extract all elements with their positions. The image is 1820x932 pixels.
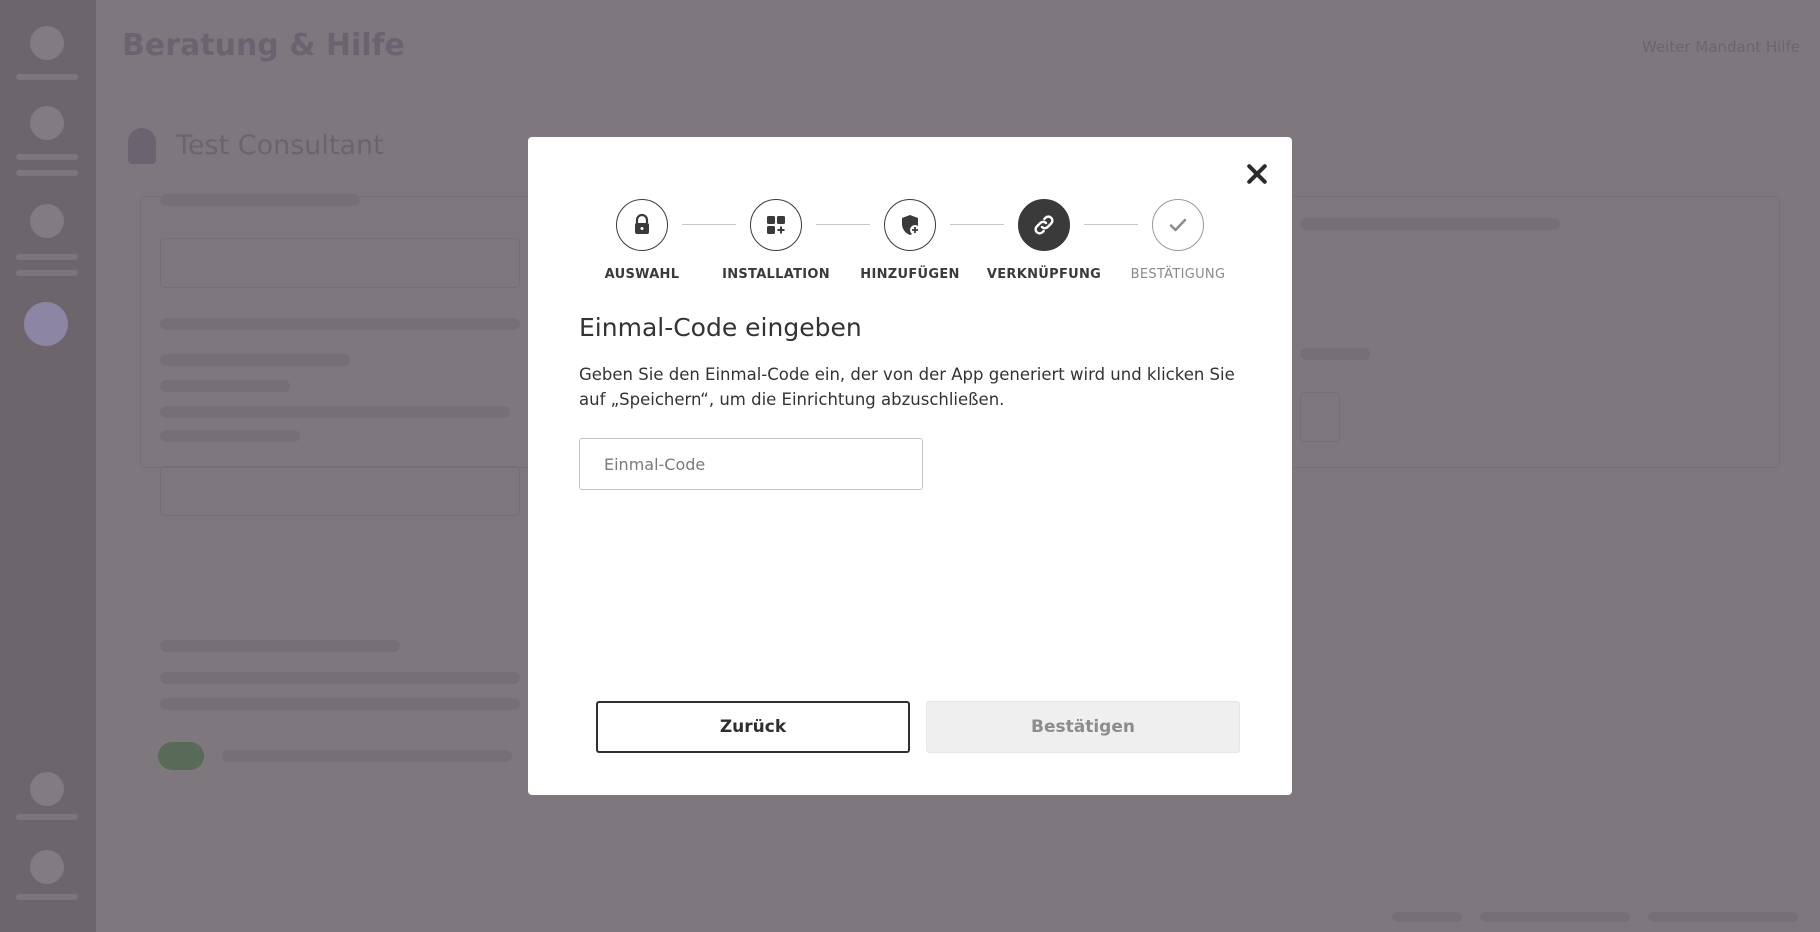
avatar [24, 302, 68, 346]
shield-add-icon [884, 199, 936, 251]
bg-field [160, 238, 520, 288]
bg-text [1300, 218, 1560, 230]
bg-text [160, 354, 350, 366]
sidebar [0, 0, 96, 932]
page-title: Beratung & Hilfe [122, 28, 405, 63]
sidebar-item-icon [30, 204, 64, 238]
lock-icon [616, 199, 668, 251]
top-right-links: Weiter Mandant Hilfe [1641, 38, 1800, 56]
bg-text [222, 750, 512, 762]
sidebar-label [16, 154, 78, 160]
sidebar-label [16, 814, 78, 820]
apps-add-icon [750, 199, 802, 251]
sidebar-label [16, 270, 78, 276]
bg-text [160, 430, 300, 442]
one-time-code-input[interactable] [579, 438, 923, 490]
sidebar-label [16, 894, 78, 900]
sidebar-label [16, 254, 78, 260]
sidebar-item-icon [30, 106, 64, 140]
step-verknuepfung: VERKNÜPFUNG [969, 187, 1119, 282]
stepper: AUSWAHL INSTALLATION HINZUFÜGEN VERKNÜPF… [528, 187, 1292, 282]
close-icon[interactable] [1242, 159, 1272, 189]
step-bestaetigung: BESTÄTIGUNG [1103, 187, 1253, 282]
logo-icon [30, 26, 64, 60]
bg-field [1300, 392, 1340, 442]
sidebar-label [16, 74, 78, 80]
help-icon [30, 772, 64, 806]
logout-icon [30, 850, 64, 884]
bg-text [160, 698, 520, 710]
bg-text [160, 672, 520, 684]
bg-text [1300, 348, 1370, 360]
footer-link [1480, 912, 1630, 922]
link-icon [1018, 199, 1070, 251]
step-auswahl: AUSWAHL [567, 187, 717, 282]
bg-text [160, 640, 400, 652]
step-label: BESTÄTIGUNG [1130, 267, 1226, 282]
bg-toggle [158, 742, 204, 770]
modal-heading: Einmal-Code eingeben [579, 313, 862, 342]
bg-text [160, 318, 520, 330]
back-button[interactable]: Zurück [596, 701, 910, 753]
sidebar-label [16, 170, 78, 176]
modal-description: Geben Sie den Einmal-Code ein, der von d… [579, 365, 1235, 409]
step-label: AUSWAHL [604, 267, 680, 282]
user-name: Test Consultant [176, 130, 384, 161]
step-label: VERKNÜPFUNG [986, 267, 1102, 282]
footer-link [1392, 912, 1462, 922]
bg-field [160, 466, 520, 516]
footer-link [1648, 912, 1798, 922]
step-installation: INSTALLATION [701, 187, 851, 282]
confirm-button[interactable]: Bestätigen [926, 701, 1240, 753]
user-icon [128, 128, 156, 164]
step-label: HINZUFÜGEN [860, 267, 960, 282]
two-factor-modal: AUSWAHL INSTALLATION HINZUFÜGEN VERKNÜPF… [528, 137, 1292, 795]
step-hinzufuegen: HINZUFÜGEN [835, 187, 985, 282]
bg-text [160, 380, 290, 392]
checkmark-icon [1152, 199, 1204, 251]
step-label: INSTALLATION [722, 267, 830, 282]
bg-text [160, 406, 510, 418]
